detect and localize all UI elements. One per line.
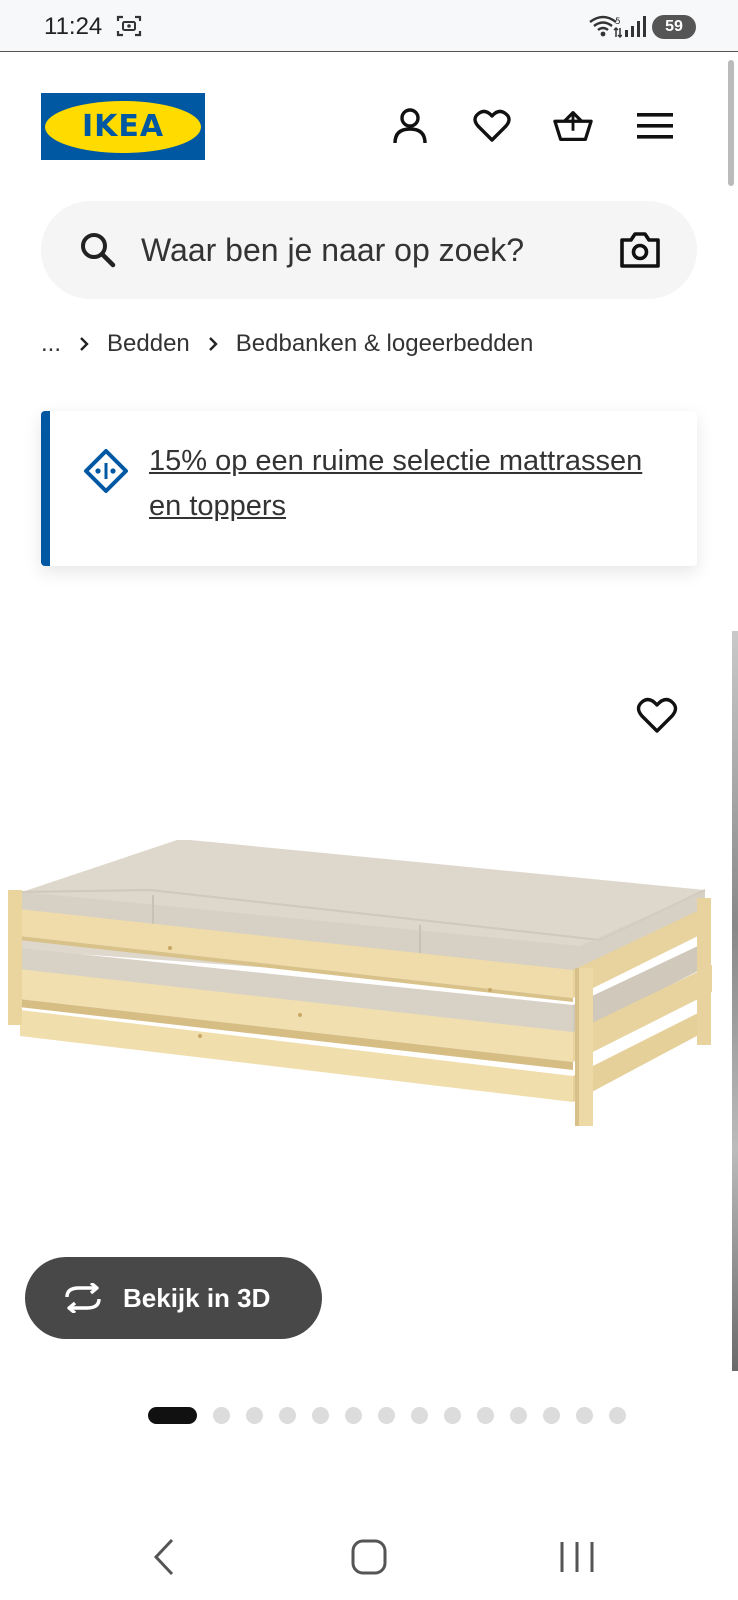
chevron-right-icon xyxy=(80,337,89,351)
carousel-dot[interactable] xyxy=(246,1406,263,1424)
carousel-dot[interactable] xyxy=(312,1406,329,1424)
price-tag-icon xyxy=(84,449,128,493)
promo-link[interactable]: 15% op een ruime selectie mattrassen en … xyxy=(149,439,669,529)
breadcrumb-bedbanken[interactable]: Bedbanken & logeerbedden xyxy=(236,330,534,358)
carousel-dot[interactable] xyxy=(378,1406,395,1424)
recent-apps-icon[interactable] xyxy=(552,1532,602,1582)
search-icon xyxy=(81,233,116,268)
promo-banner: 15% op een ruime selectie mattrassen en … xyxy=(41,411,697,566)
carousel-dot[interactable] xyxy=(510,1406,527,1424)
system-navigation-bar xyxy=(0,1520,738,1600)
carousel-dot[interactable] xyxy=(279,1406,296,1424)
carousel-dot-active[interactable] xyxy=(148,1406,197,1424)
favourite-heart-icon[interactable] xyxy=(636,694,678,736)
wishlist-icon[interactable] xyxy=(472,106,512,146)
basket-icon[interactable] xyxy=(553,106,593,146)
breadcrumb: ... Bedden Bedbanken & logeerbedden xyxy=(41,326,533,362)
carousel-dot[interactable] xyxy=(213,1406,230,1424)
wifi-icon: 5 xyxy=(589,15,622,39)
image-carousel-dots xyxy=(148,1405,642,1425)
carousel-dot[interactable] xyxy=(444,1406,461,1424)
battery-indicator: 59 xyxy=(652,15,696,39)
carousel-dot[interactable] xyxy=(543,1406,560,1424)
next-image-peek[interactable] xyxy=(732,631,738,1371)
carousel-dot[interactable] xyxy=(576,1406,593,1424)
breadcrumb-ellipsis[interactable]: ... xyxy=(41,330,61,358)
account-icon[interactable] xyxy=(390,106,430,146)
screenshot-icon xyxy=(116,15,142,37)
view-in-3d-label: Bekijk in 3D xyxy=(123,1282,271,1313)
carousel-dot[interactable] xyxy=(609,1406,626,1424)
ikea-logo[interactable]: IKEA xyxy=(41,93,205,160)
status-time: 11:24 xyxy=(44,13,103,40)
camera-icon[interactable] xyxy=(619,230,661,270)
chevron-right-icon xyxy=(208,337,218,351)
breadcrumb-bedden[interactable]: Bedden xyxy=(107,330,190,358)
carousel-dot[interactable] xyxy=(345,1406,362,1424)
stackable-bed-illustration xyxy=(8,840,712,1126)
logo-text: IKEA xyxy=(81,109,165,144)
carousel-dot[interactable] xyxy=(477,1406,494,1424)
carousel-dot[interactable] xyxy=(411,1406,428,1424)
search-bar[interactable] xyxy=(41,201,697,299)
rotate-3d-icon xyxy=(65,1283,101,1313)
menu-icon[interactable] xyxy=(635,106,675,146)
status-bar: 11:24 5 59 xyxy=(0,0,738,52)
home-icon[interactable] xyxy=(344,1532,394,1582)
search-input[interactable] xyxy=(141,223,561,277)
back-icon[interactable] xyxy=(140,1532,190,1582)
svg-text:5: 5 xyxy=(615,17,621,27)
page-scrollbar[interactable] xyxy=(728,60,734,186)
view-in-3d-button[interactable]: Bekijk in 3D xyxy=(25,1257,322,1339)
signal-icon xyxy=(625,16,646,37)
logo-oval: IKEA xyxy=(45,100,201,153)
